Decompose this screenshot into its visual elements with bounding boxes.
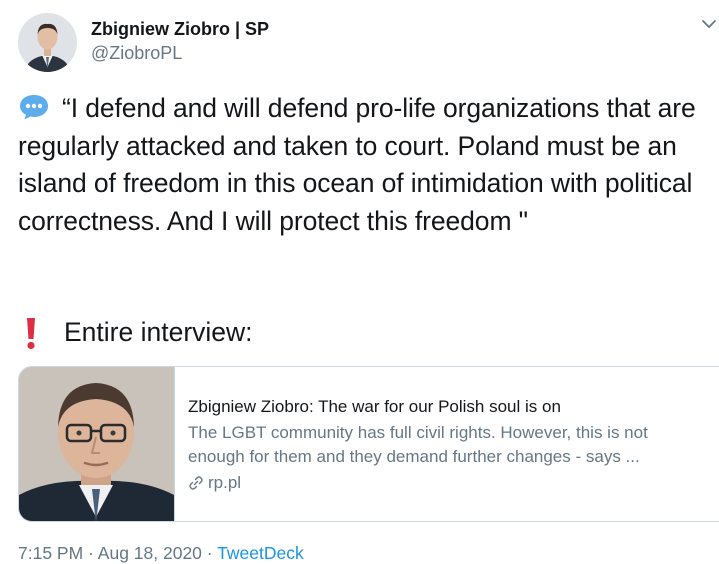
card-thumbnail[interactable] <box>19 367 175 521</box>
author-handle[interactable]: @ZiobroPL <box>91 41 269 65</box>
interview-label: Entire interview: <box>64 317 253 347</box>
tweet-time[interactable]: 7:15 PM <box>18 543 83 563</box>
card-domain-row: rp.pl <box>188 471 719 495</box>
avatar[interactable] <box>18 13 77 72</box>
tweet-text: “I defend and will defend pro-life organ… <box>18 90 718 240</box>
card-text: Zbigniew Ziobro: The war for our Polish … <box>175 367 719 521</box>
card-title: Zbigniew Ziobro: The war for our Polish … <box>188 397 561 416</box>
interview-line: Entire interview: <box>24 314 253 351</box>
tweet-date[interactable]: Aug 18, 2020 <box>98 543 202 563</box>
speech-bubble-icon <box>20 95 48 120</box>
link-card[interactable]: Zbigniew Ziobro: The war for our Polish … <box>18 366 719 522</box>
tweet: Zbigniew Ziobro | SP @ZiobroPL “I defend… <box>0 0 719 564</box>
chevron-down-icon[interactable] <box>701 18 717 30</box>
link-icon <box>189 476 203 490</box>
red-exclamation-icon <box>27 317 35 349</box>
tweet-quote: “I defend and will defend pro-life organ… <box>18 93 696 236</box>
meta-separator: · <box>88 543 94 563</box>
author-names: Zbigniew Ziobro | SP @ZiobroPL <box>91 17 269 65</box>
author-display-name[interactable]: Zbigniew Ziobro | SP <box>91 17 269 41</box>
tweet-source-link[interactable]: TweetDeck <box>217 543 304 563</box>
tweet-meta: 7:15 PM · Aug 18, 2020 · TweetDeck <box>18 541 304 564</box>
card-domain: rp.pl <box>208 473 242 492</box>
card-description: The LGBT community has full civil rights… <box>188 423 648 466</box>
tweet-header: Zbigniew Ziobro | SP @ZiobroPL <box>18 13 269 72</box>
meta-separator-2: · <box>206 543 213 563</box>
